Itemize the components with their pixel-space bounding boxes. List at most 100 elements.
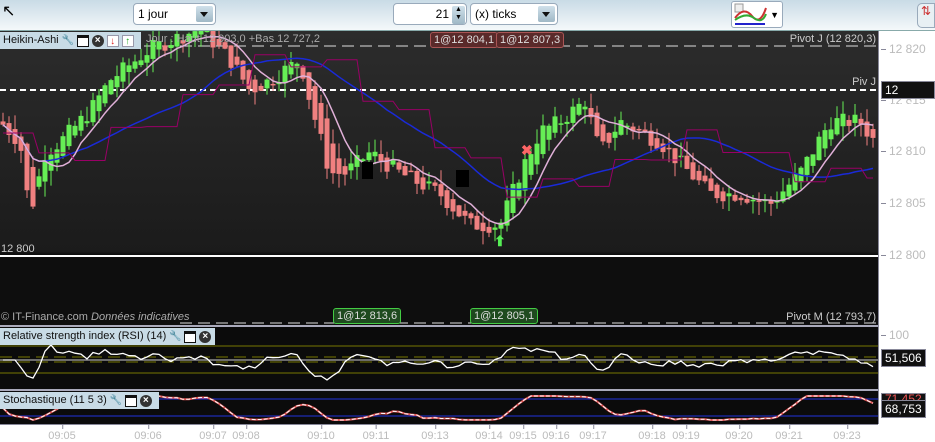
candle-body	[786, 184, 792, 197]
candle-body	[378, 154, 384, 162]
add-indicator-button[interactable]: ▼	[731, 1, 783, 28]
order-label[interactable]: 1@12 807,3	[496, 32, 565, 48]
period-select[interactable]: 1 jour	[133, 3, 216, 25]
candle-body	[258, 85, 264, 91]
candle-body	[402, 166, 408, 176]
time-label: 09:11	[362, 424, 390, 442]
stoch-k-value-box: 68,753	[881, 400, 926, 418]
close-icon[interactable]: ×	[199, 330, 212, 343]
wrench-icon[interactable]: 🔧	[62, 35, 74, 47]
disclaimer-text: Données indicatives	[91, 311, 190, 323]
marker-square	[362, 162, 373, 179]
axis-tick: 100	[881, 328, 909, 342]
candle-body	[654, 138, 660, 149]
axis-tick: 12 810	[881, 144, 926, 158]
candle-body	[462, 210, 468, 216]
count-stepper[interactable]: 21 ▲ ▼	[393, 3, 467, 25]
close-icon[interactable]: ×	[139, 394, 152, 407]
pivot-m-label: Pivot M (12 793,7)	[786, 311, 876, 323]
candle-body	[84, 121, 90, 124]
time-label: 09:23	[833, 424, 861, 442]
unit-select[interactable]: (x) ticks	[470, 3, 558, 25]
candle-body	[828, 129, 834, 140]
candle-body	[564, 121, 570, 124]
time-label: 09:20	[725, 424, 753, 442]
candle-body	[432, 182, 438, 186]
wrench-icon[interactable]: 🔧	[110, 395, 122, 407]
pivot-j-label: Pivot J (12 820,3)	[789, 33, 876, 45]
time-axis: 09:05 09:06 09:07 09:08 09:10 09:11 09:13 09:14…	[0, 424, 878, 442]
cursor-icon: ↖	[2, 3, 16, 20]
marker-square	[456, 170, 469, 187]
candle-body	[744, 198, 750, 203]
candle-body	[732, 194, 738, 201]
price-chart[interactable]: ✖ ⬆ Heikin-Ashi 🔧 × ↓ ↑ Jour : Haut 12 90…	[0, 31, 878, 325]
time-label: 09:17	[579, 424, 607, 442]
candle-body	[336, 158, 342, 174]
candle-body	[540, 125, 546, 155]
candle-body	[810, 154, 816, 166]
axis-tick: 12 820	[881, 42, 926, 56]
level-label: 12 800	[1, 243, 35, 255]
candle-body	[510, 183, 516, 214]
candle-body	[684, 155, 690, 169]
candle-body	[324, 118, 330, 169]
spinner-arrows-icon[interactable]: ▲ ▼	[452, 6, 465, 24]
candle-body	[468, 213, 474, 219]
order-label[interactable]: 1@12 805,1	[470, 308, 539, 324]
candle-body	[870, 129, 876, 138]
candle-body	[78, 115, 84, 131]
window-icon[interactable]	[184, 330, 197, 343]
candle-body	[384, 157, 390, 172]
candle-body	[636, 128, 642, 131]
candle-body	[702, 175, 708, 182]
sync-icon[interactable]: ⇅	[917, 3, 935, 28]
candle-body	[114, 76, 120, 88]
window-icon[interactable]	[124, 394, 137, 407]
rsi-pane[interactable]: Relative strength index (RSI) (14) 🔧 ×	[0, 325, 878, 389]
time-label: 09:05	[48, 424, 76, 442]
stoch-pane[interactable]: Stochastique (11 5 3) 🔧 ×	[0, 389, 878, 424]
candle-body	[42, 159, 48, 182]
sell-marker-icon: ✖	[521, 142, 533, 158]
rsi-header: Relative strength index (RSI) (14) 🔧 ×	[0, 328, 215, 345]
candle-body	[492, 227, 498, 230]
axis-tick: 12 805	[881, 196, 926, 210]
time-label: 09:14	[475, 424, 503, 442]
candle-body	[48, 154, 54, 171]
candle-body	[576, 103, 582, 115]
arrow-up-icon[interactable]: ↑	[121, 34, 134, 47]
candle-body	[366, 152, 372, 161]
candle-body	[756, 200, 762, 202]
copyright-text: © IT-Finance.com	[1, 311, 88, 323]
candle-body	[372, 151, 378, 157]
order-label[interactable]: 1@12 813,6	[333, 308, 402, 324]
candle-body	[606, 132, 612, 143]
current-level-box: 12 816,1	[881, 81, 935, 113]
candle-body	[282, 65, 288, 84]
time-label: 09:18	[638, 424, 666, 442]
candle-body	[600, 124, 606, 142]
window-icon[interactable]	[76, 34, 89, 47]
wrench-icon[interactable]: 🔧	[169, 331, 181, 343]
candle-body	[72, 125, 78, 136]
arrow-down-icon[interactable]: ↓	[106, 34, 119, 47]
close-icon[interactable]: ×	[91, 34, 104, 47]
time-label: 09:16	[542, 424, 570, 442]
candle-body	[822, 130, 828, 149]
candle-body	[474, 215, 480, 230]
candle-body	[144, 55, 150, 63]
candle-body	[714, 184, 720, 199]
candle-body	[30, 166, 36, 207]
order-label[interactable]: 1@12 804,1	[430, 32, 499, 48]
price-axis: 12 820 12 815 12 810 12 805 12 800	[878, 31, 935, 325]
candle-body	[558, 123, 564, 125]
time-label: 09:08	[232, 424, 260, 442]
candle-body	[582, 106, 588, 110]
candle-body	[228, 45, 234, 68]
candle-body	[612, 131, 618, 138]
stoch-header: Stochastique (11 5 3) 🔧 ×	[0, 392, 159, 409]
candle-body	[162, 45, 168, 51]
candle-body	[348, 163, 354, 171]
candle-body	[240, 60, 246, 80]
